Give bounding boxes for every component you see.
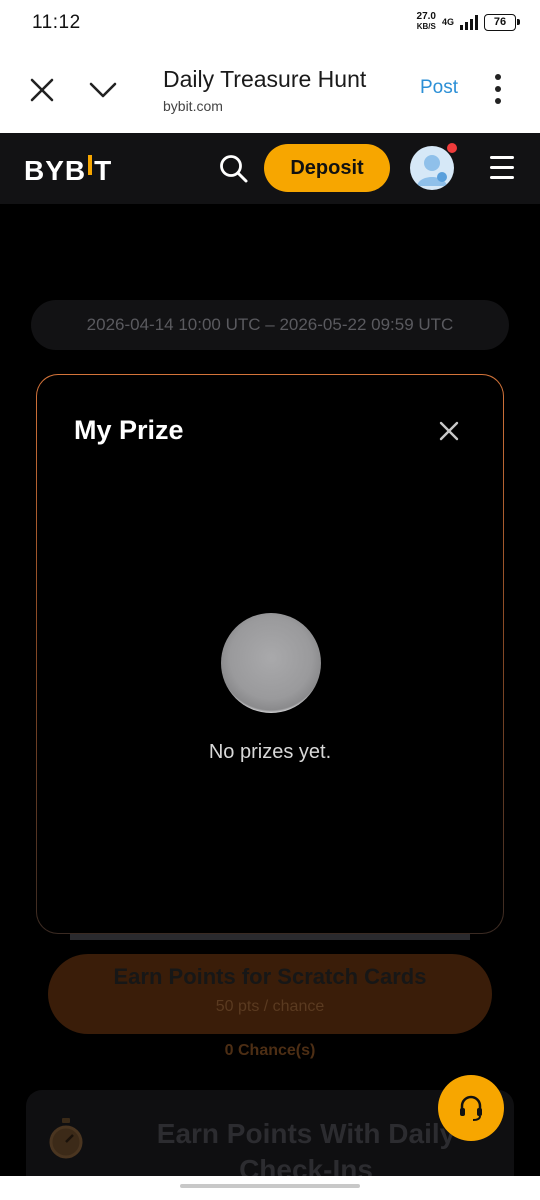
close-icon[interactable] bbox=[437, 419, 461, 443]
signal-icon bbox=[460, 14, 478, 30]
support-button[interactable] bbox=[438, 1075, 504, 1141]
browser-toolbar: Daily Treasure Hunt bybit.com Post bbox=[0, 48, 540, 133]
stopwatch-icon bbox=[49, 1118, 83, 1159]
browser-domain: bybit.com bbox=[163, 98, 223, 114]
chances-count: 0 Chance(s) bbox=[224, 1042, 316, 1059]
notification-dot bbox=[447, 143, 457, 153]
empty-state-text: No prizes yet. bbox=[208, 741, 332, 763]
more-vertical-icon[interactable] bbox=[490, 74, 506, 104]
event-date-range: 2026-04-14 10:00 UTC – 2026-05-22 09:59 … bbox=[31, 300, 509, 350]
page: 11:12 27.0 KB/S 4G 76 Daily Treasure Hun… bbox=[0, 0, 540, 1200]
status-time: 11:12 bbox=[32, 12, 81, 33]
post-button[interactable]: Post bbox=[420, 77, 458, 99]
menu-icon[interactable] bbox=[490, 156, 516, 180]
bybit-logo[interactable]: BYB T bbox=[24, 155, 112, 187]
status-bar: 11:12 27.0 KB/S 4G 76 bbox=[0, 0, 540, 48]
deposit-button[interactable]: Deposit bbox=[264, 144, 390, 192]
network-speed: 27.0 KB/S bbox=[416, 11, 436, 32]
modal-title: My Prize bbox=[74, 415, 184, 445]
user-icon bbox=[417, 155, 447, 186]
search-icon[interactable] bbox=[218, 153, 250, 185]
chevron-down-icon[interactable] bbox=[88, 78, 118, 102]
earn-points-button[interactable]: Earn Points for Scratch Cards 50 pts / c… bbox=[48, 954, 492, 1034]
site-header: BYB T Deposit bbox=[0, 133, 540, 204]
navigation-bar bbox=[0, 1176, 540, 1200]
empty-prize-icon bbox=[221, 613, 321, 713]
battery-icon: 76 bbox=[484, 13, 520, 31]
network-type: 4G bbox=[441, 17, 454, 27]
avatar[interactable] bbox=[410, 146, 454, 190]
close-icon[interactable] bbox=[28, 76, 56, 104]
headset-icon bbox=[460, 1095, 482, 1121]
status-indicators: 27.0 KB/S 4G 76 bbox=[416, 11, 520, 32]
home-indicator[interactable] bbox=[180, 1184, 360, 1188]
browser-page-title: Daily Treasure Hunt bbox=[163, 66, 367, 92]
my-prize-modal: My Prize No prizes yet. bbox=[36, 374, 504, 934]
